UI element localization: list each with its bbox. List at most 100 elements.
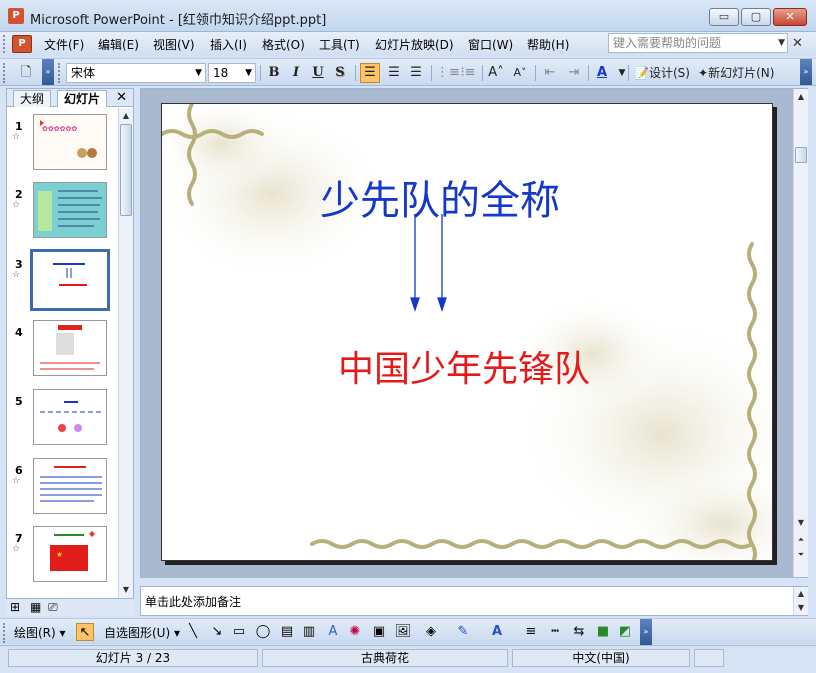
line-tool-icon[interactable]: ╲ xyxy=(184,623,202,641)
scrollbar-thumb[interactable] xyxy=(120,124,132,216)
slide-preview xyxy=(33,320,107,376)
increase-indent-icon[interactable]: ⇥ xyxy=(564,63,584,83)
menu-insert[interactable]: 插入(I) xyxy=(210,36,247,53)
pane-close-button[interactable]: ✕ xyxy=(116,89,127,106)
design-button[interactable]: 📝设计(S) xyxy=(634,63,690,83)
new-slide-button[interactable]: ✦新幻灯片(N) xyxy=(698,63,774,83)
toolbar-grip[interactable] xyxy=(3,63,7,83)
diagram-icon[interactable]: ✺ xyxy=(346,623,364,641)
vertical-text-box-icon[interactable]: ▥ xyxy=(300,623,318,641)
rectangle-tool-icon[interactable]: ▭ xyxy=(230,623,248,641)
menu-tools[interactable]: 工具(T) xyxy=(319,36,360,53)
document-menu-icon[interactable]: P xyxy=(12,35,32,53)
draw-menu-button[interactable]: 绘图(R) ▾ xyxy=(14,624,66,641)
menu-help[interactable]: 帮助(H) xyxy=(527,36,569,53)
close-button[interactable]: ✕ xyxy=(773,8,807,26)
wordart-icon[interactable]: A xyxy=(324,623,342,641)
scroll-down-icon[interactable]: ▼ xyxy=(794,601,808,614)
increase-font-icon[interactable]: A˄ xyxy=(486,63,506,83)
bold-button[interactable]: B xyxy=(264,63,284,83)
slides-pane-scrollbar[interactable]: ▲ ▼ xyxy=(118,108,133,598)
menu-edit[interactable]: 编辑(E) xyxy=(98,36,139,53)
menu-view[interactable]: 视图(V) xyxy=(153,36,195,53)
previous-slide-icon[interactable]: ⏶ xyxy=(794,532,808,547)
toolbar-grip[interactable] xyxy=(3,623,7,643)
align-center-icon[interactable]: ☰ xyxy=(384,63,404,83)
toolbar-options-icon[interactable]: » xyxy=(640,619,652,645)
tab-outline[interactable]: 大纲 xyxy=(13,90,52,107)
slide-number: 4 xyxy=(15,326,23,339)
slide-subtitle-text[interactable]: 中国少年先锋队 xyxy=(338,340,590,392)
insert-picture-icon[interactable]: 🖼 xyxy=(394,623,412,641)
shadow-style-icon[interactable]: ■ xyxy=(594,623,612,641)
editing-area-scrollbar[interactable]: ▲ ▼ ⏶ ⏷ xyxy=(793,89,808,577)
maximize-button[interactable]: ▢ xyxy=(741,8,771,26)
slide-sorter-view-icon[interactable]: ▦ xyxy=(30,600,41,614)
decrease-indent-icon[interactable]: ⇤ xyxy=(540,63,560,83)
notes-pane[interactable]: 单击此处添加备注 ▲ ▼ xyxy=(140,586,808,616)
next-slide-icon[interactable]: ⏷ xyxy=(794,547,808,562)
arrow-style-icon[interactable]: ⇆ xyxy=(570,623,588,641)
slide-position-status: 幻灯片 3 / 23 xyxy=(8,649,258,667)
align-right-icon[interactable]: ☰ xyxy=(406,63,426,83)
select-objects-icon[interactable]: ↖ xyxy=(76,623,94,641)
text-box-icon[interactable]: ▤ xyxy=(278,623,296,641)
font-name-combo[interactable]: 宋体 ▼ xyxy=(66,63,206,83)
toolbar-options-icon[interactable]: » xyxy=(800,59,812,85)
font-color-icon[interactable]: A xyxy=(592,63,612,83)
toolbar-grip[interactable] xyxy=(3,35,7,53)
chevron-down-icon[interactable]: ▼ xyxy=(778,34,785,52)
decrease-font-icon[interactable]: A˅ xyxy=(510,63,530,83)
autoshapes-menu-button[interactable]: 自选图形(U) ▾ xyxy=(104,624,180,641)
scroll-down-icon[interactable]: ▼ xyxy=(119,582,133,597)
align-left-icon[interactable]: ☰ xyxy=(360,63,380,83)
scroll-down-icon[interactable]: ▼ xyxy=(794,515,808,530)
help-search-input[interactable]: 键入需要帮助的问题 ▼ xyxy=(608,33,788,53)
scroll-up-icon[interactable]: ▲ xyxy=(119,108,133,123)
font-size-combo[interactable]: 18 ▼ xyxy=(208,63,256,83)
menu-file[interactable]: 文件(F) xyxy=(44,36,84,53)
chevron-down-icon[interactable]: ▼ xyxy=(195,64,202,82)
3d-style-icon[interactable]: ◩ xyxy=(616,623,634,641)
arrow-tool-icon[interactable]: ↘ xyxy=(208,623,226,641)
notes-placeholder[interactable]: 单击此处添加备注 xyxy=(145,593,241,610)
slide-canvas[interactable]: 少先队的全称 中国少年先锋队 xyxy=(161,103,773,561)
slide-preview-graphic xyxy=(34,321,106,375)
font-color-icon[interactable]: A xyxy=(488,623,506,641)
toolbar-grip[interactable] xyxy=(58,63,62,83)
scroll-up-icon[interactable]: ▲ xyxy=(794,89,808,104)
animation-star-icon: ☆ xyxy=(12,200,21,210)
underline-button[interactable]: U xyxy=(308,63,328,83)
chevron-down-icon[interactable]: ▼ xyxy=(245,64,252,82)
toolbar-separator xyxy=(260,65,261,81)
normal-view-icon[interactable]: ⊞ xyxy=(10,600,20,614)
tab-slides[interactable]: 幻灯片 xyxy=(57,90,108,107)
fill-color-icon[interactable]: ◈ xyxy=(422,623,440,641)
numbering-icon[interactable]: ⋮≡ xyxy=(436,63,460,83)
menu-window[interactable]: 窗口(W) xyxy=(468,36,513,53)
powerpoint-app-icon[interactable]: P xyxy=(8,8,24,24)
menu-slideshow[interactable]: 幻灯片放映(D) xyxy=(375,36,454,53)
minimize-button[interactable]: ▭ xyxy=(709,8,739,26)
line-color-icon[interactable]: ✎ xyxy=(454,623,472,641)
toolbar-options-icon[interactable]: » xyxy=(42,59,54,85)
new-document-icon[interactable]: 🗋 xyxy=(16,63,36,83)
oval-tool-icon[interactable]: ◯ xyxy=(254,623,272,641)
slideshow-view-icon[interactable]: ⎚ xyxy=(48,600,58,615)
down-arrows-graphic[interactable] xyxy=(400,214,460,324)
dash-style-icon[interactable]: ┅ xyxy=(546,623,564,641)
notes-scrollbar[interactable]: ▲ ▼ xyxy=(793,587,808,615)
clip-art-icon[interactable]: ▣ xyxy=(370,623,388,641)
font-name-value: 宋体 xyxy=(71,66,96,80)
italic-button[interactable]: I xyxy=(286,63,306,83)
scrollbar-thumb[interactable] xyxy=(795,147,807,163)
menu-format[interactable]: 格式(O) xyxy=(262,36,305,53)
document-close-button[interactable]: ✕ xyxy=(792,36,803,51)
design-button-label: 设计(S) xyxy=(648,66,690,80)
slide-preview xyxy=(30,249,110,311)
scroll-up-icon[interactable]: ▲ xyxy=(794,587,808,600)
bullets-icon[interactable]: ⁝≡ xyxy=(458,63,478,83)
chevron-down-icon[interactable]: ▼ xyxy=(612,63,632,83)
line-style-icon[interactable]: ≡ xyxy=(522,623,540,641)
shadow-button[interactable]: S xyxy=(330,63,350,83)
